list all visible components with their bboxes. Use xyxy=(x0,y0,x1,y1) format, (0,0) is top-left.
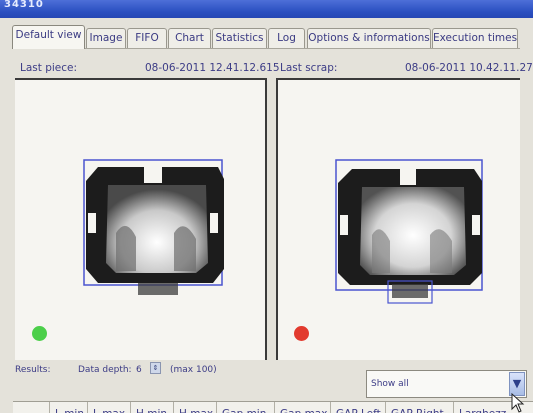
tab-chart[interactable]: Chart xyxy=(168,28,211,48)
tab-statistics[interactable]: Statistics xyxy=(212,28,267,48)
column-header-row-selector[interactable] xyxy=(13,402,49,413)
tab-log[interactable]: Log xyxy=(268,28,305,48)
last-piece-label: Last piece: xyxy=(20,62,78,74)
last-scrap-label: Last scrap: xyxy=(280,62,338,74)
tab-image[interactable]: Image xyxy=(86,28,126,48)
scrap-nok-indicator xyxy=(294,326,309,341)
last-piece-view xyxy=(15,78,267,360)
data-depth-label: Data depth: xyxy=(78,365,132,375)
title-bar: 34310 xyxy=(0,0,533,20)
main-window: Default view Image FIFO Chart Statistics… xyxy=(0,18,533,413)
window-title: 34310 xyxy=(4,0,44,10)
tab-default-view[interactable]: Default view xyxy=(12,25,85,49)
results-grid-header: L min L max H min H max Gap min Gap max … xyxy=(13,401,533,413)
mouse-cursor-icon xyxy=(511,393,525,413)
filter-dropdown[interactable]: Show all ▼ xyxy=(366,370,527,398)
column-header-l-max[interactable]: L max xyxy=(87,402,130,413)
column-header-gap-min[interactable]: Gap min xyxy=(216,402,274,413)
data-depth-value[interactable]: 6 xyxy=(136,365,142,375)
last-scrap-timestamp: 08-06-2011 10.42.11.272 xyxy=(405,62,533,74)
piece-ok-indicator xyxy=(32,326,47,341)
tab-execution-times[interactable]: Execution times xyxy=(432,28,518,48)
results-label: Results: xyxy=(15,365,51,375)
last-piece-timestamp: 08-06-2011 12.41.12.615 xyxy=(145,62,280,74)
tab-divider xyxy=(12,48,520,49)
column-header-gap-right[interactable]: GAP Right xyxy=(385,402,453,413)
column-header-h-max[interactable]: H max xyxy=(173,402,216,413)
column-header-gap-left[interactable]: GAP Left xyxy=(330,402,385,413)
tab-options-informations[interactable]: Options & informations xyxy=(307,28,431,48)
piece-image xyxy=(83,159,224,295)
data-depth-max: (max 100) xyxy=(170,365,217,375)
column-header-h-min[interactable]: H min xyxy=(130,402,173,413)
tab-fifo[interactable]: FIFO xyxy=(127,28,167,48)
data-depth-spinner[interactable]: ⇕ xyxy=(150,362,161,374)
scrap-image xyxy=(335,159,483,304)
column-header-gap-max[interactable]: Gap max xyxy=(274,402,330,413)
last-scrap-view xyxy=(276,78,520,360)
column-header-l-min[interactable]: L min xyxy=(49,402,87,413)
filter-selected-value: Show all xyxy=(371,379,409,389)
